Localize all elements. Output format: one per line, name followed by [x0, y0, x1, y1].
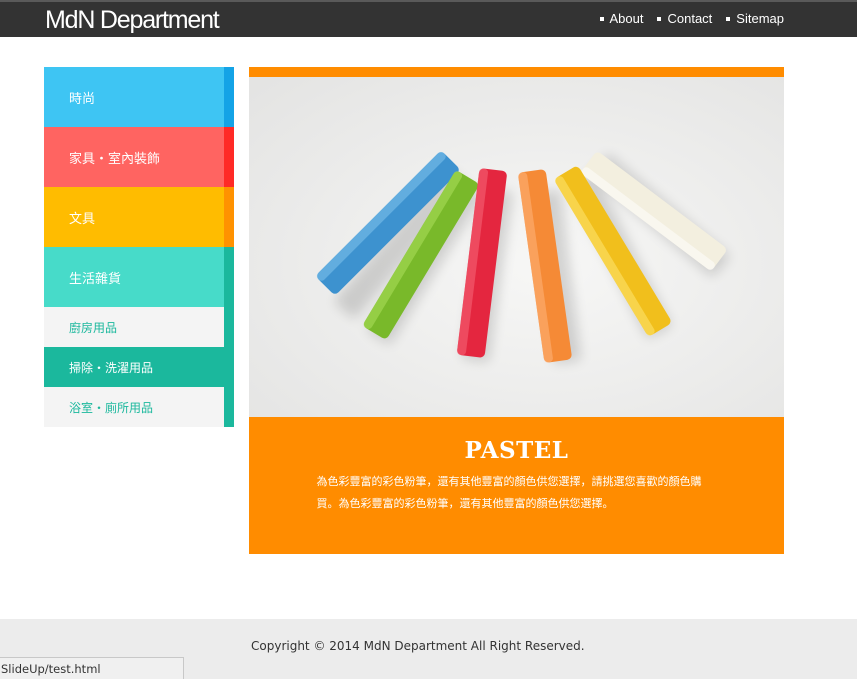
- sidebar-subitem-cleaning[interactable]: 掃除・洗濯用品: [44, 347, 234, 387]
- top-nav: About Contact Sitemap: [599, 11, 784, 26]
- nav-about-link[interactable]: About: [599, 11, 644, 26]
- sidebar-subitem-label: 浴室・廁所用品: [69, 400, 154, 415]
- sidebar-item-stationery[interactable]: 文具: [44, 187, 234, 247]
- copyright-text: Copyright © 2014 MdN Department All Righ…: [251, 639, 585, 653]
- sidebar-item-edge: [224, 247, 234, 307]
- featured-panel: PASTEL 為色彩豐富的彩色粉筆，還有其他豐富的顏色供您選擇，請挑選您喜歡的顏…: [249, 67, 784, 554]
- sidebar-subitem-edge: [224, 307, 234, 347]
- product-description: 為色彩豐富的彩色粉筆，還有其他豐富的顏色供您選擇，請挑選您喜歡的顏色購買。為色彩…: [316, 475, 702, 510]
- sidebar-item-edge: [224, 67, 234, 127]
- sidebar-item-label: 家具・室內裝飾: [69, 151, 161, 167]
- sidebar-item-edge: [224, 127, 234, 187]
- pastel-chalk-photo[interactable]: [249, 77, 784, 417]
- sidebar-item-label: 文具: [69, 211, 96, 227]
- site-logo[interactable]: MdN Department: [45, 5, 220, 35]
- sidebar-subitem-edge: [224, 347, 234, 387]
- pastel-chalk-illustration: [249, 77, 784, 417]
- browser-status-bar: SlideUp/test.html: [0, 657, 184, 679]
- nav-contact-link[interactable]: Contact: [657, 11, 712, 26]
- sidebar-item-household-goods[interactable]: 生活雜貨: [44, 247, 234, 307]
- sidebar-item-label: 時尚: [69, 91, 96, 107]
- header-bar: MdN Department About Contact Sitemap: [0, 0, 857, 37]
- nav-about-label: About: [609, 11, 644, 26]
- sidebar-item-edge: [224, 187, 234, 247]
- product-title: PASTEL: [464, 437, 569, 464]
- sidebar-item-label: 生活雜貨: [69, 271, 122, 287]
- accent-stripe: [249, 67, 784, 77]
- sidebar-subitem-label: 掃除・洗濯用品: [69, 360, 154, 375]
- bullet-icon: [726, 16, 731, 21]
- bullet-icon: [599, 16, 604, 21]
- sidebar-subitem-label: 廚房用品: [69, 320, 118, 335]
- sidebar-item-fashion[interactable]: 時尚: [44, 67, 234, 127]
- nav-sitemap-label: Sitemap: [736, 11, 784, 26]
- sidebar-subitem-bathroom[interactable]: 浴室・廁所用品: [44, 387, 234, 427]
- bullet-icon: [657, 16, 662, 21]
- product-caption: PASTEL 為色彩豐富的彩色粉筆，還有其他豐富的顏色供您選擇，請挑選您喜歡的顏…: [249, 417, 784, 554]
- sidebar-subitem-kitchen[interactable]: 廚房用品: [44, 307, 234, 347]
- sidebar-subitem-edge: [224, 387, 234, 427]
- nav-sitemap-link[interactable]: Sitemap: [726, 11, 784, 26]
- category-sidebar: 時尚 家具・室內裝飾 文具 生活雜貨 廚房用品 掃除・洗濯用品 浴室・廁所用品: [44, 67, 234, 427]
- sidebar-item-furniture[interactable]: 家具・室內裝飾: [44, 127, 234, 187]
- nav-contact-label: Contact: [667, 11, 713, 26]
